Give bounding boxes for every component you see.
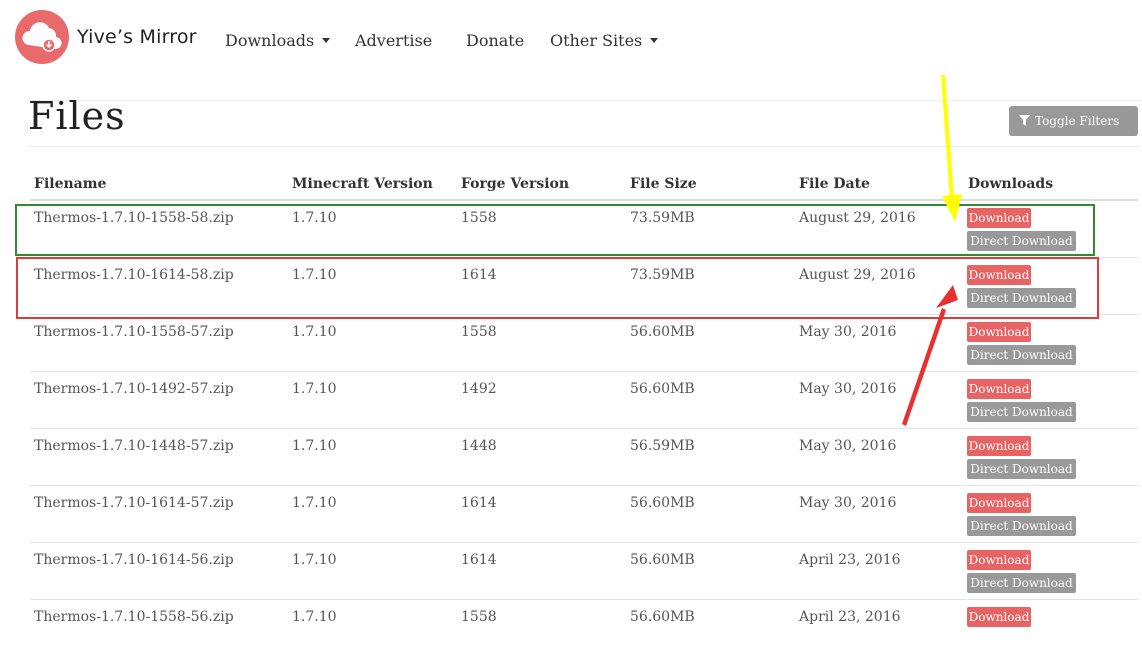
- red-arrow-icon: [902, 285, 958, 426]
- annotation-arrows: [902, 75, 962, 426]
- yellow-arrow-icon: [941, 75, 962, 222]
